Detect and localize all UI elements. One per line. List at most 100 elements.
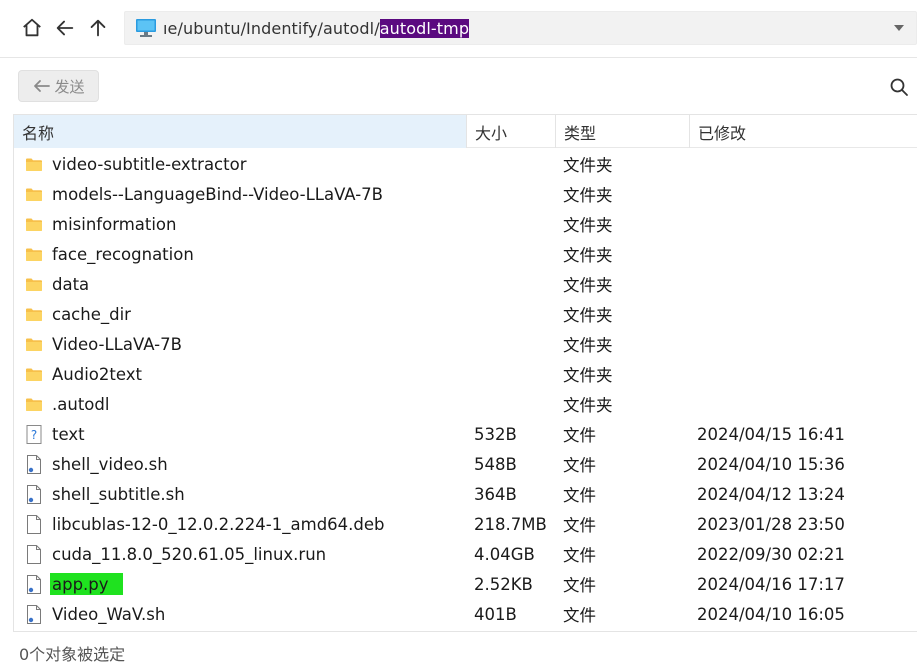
file-name[interactable]: cache_dir bbox=[52, 299, 131, 329]
file-type: 文件夹 bbox=[563, 306, 613, 325]
file-type: 文件夹 bbox=[563, 336, 613, 355]
file-type: 文件 bbox=[563, 426, 596, 445]
list-header: 名称 大小 类型 已修改 bbox=[14, 115, 917, 148]
file-name[interactable]: app.py bbox=[50, 569, 123, 599]
file-type: 文件夹 bbox=[563, 156, 613, 175]
file-type: 文件 bbox=[563, 486, 596, 505]
file-name[interactable]: shell_video.sh bbox=[52, 449, 168, 479]
file-list: 名称 大小 类型 已修改 video-subtitle-extractor 文件夹… bbox=[13, 114, 917, 632]
computer-icon bbox=[136, 19, 156, 37]
script-file-icon bbox=[23, 599, 45, 629]
file-size: 364B bbox=[474, 484, 517, 504]
svg-text:?: ? bbox=[31, 428, 37, 442]
file-name[interactable]: shell_subtitle.sh bbox=[52, 479, 185, 509]
table-row[interactable]: Audio2text 文件夹 bbox=[14, 359, 917, 389]
search-icon[interactable] bbox=[889, 77, 909, 97]
file-modified: 2022/09/30 02:21 bbox=[697, 544, 845, 564]
file-type: 文件 bbox=[563, 576, 596, 595]
table-row[interactable]: .autodl 文件夹 bbox=[14, 389, 917, 419]
file-name[interactable]: models--LanguageBind--Video-LLaVA-7B bbox=[52, 179, 383, 209]
file-name[interactable]: cuda_11.8.0_520.61.05_linux.run bbox=[52, 539, 326, 569]
file-modified: 2024/04/10 15:36 bbox=[697, 454, 845, 474]
script-file-icon bbox=[23, 449, 45, 479]
file-type: 文件 bbox=[563, 516, 596, 535]
table-row[interactable]: cache_dir 文件夹 bbox=[14, 299, 917, 329]
file-type: 文件 bbox=[563, 606, 596, 625]
file-size: 218.7MB bbox=[474, 514, 547, 534]
file-name[interactable]: Video-LLaVA-7B bbox=[52, 329, 182, 359]
table-row[interactable]: ? text 532B 文件 2024/04/15 16:41 bbox=[14, 419, 917, 449]
file-modified: 2024/04/16 17:17 bbox=[697, 574, 845, 594]
table-row[interactable]: app.py 2.52KB 文件 2024/04/16 17:17 bbox=[14, 569, 917, 599]
file-icon bbox=[23, 539, 45, 569]
folder-icon bbox=[23, 269, 45, 299]
arrow-left-icon bbox=[56, 20, 74, 36]
table-row[interactable]: misinformation 文件夹 bbox=[14, 209, 917, 239]
file-icon bbox=[23, 509, 45, 539]
file-size: 532B bbox=[474, 424, 517, 444]
folder-icon bbox=[23, 149, 45, 179]
table-row[interactable]: models--LanguageBind--Video-LLaVA-7B 文件夹 bbox=[14, 179, 917, 209]
arrow-left-icon bbox=[34, 80, 51, 92]
file-size: 2.52KB bbox=[474, 574, 533, 594]
file-name[interactable]: libcublas-12-0_12.0.2.224-1_amd64.deb bbox=[52, 509, 385, 539]
arrow-up-icon bbox=[90, 19, 106, 37]
table-row[interactable]: cuda_11.8.0_520.61.05_linux.run 4.04GB 文件 2… bbox=[14, 539, 917, 569]
folder-icon bbox=[23, 239, 45, 269]
table-row[interactable]: Video_WaV.sh 401B 文件 2024/04/10 16:05 bbox=[14, 599, 917, 629]
home-button[interactable] bbox=[18, 14, 46, 42]
folder-icon bbox=[23, 329, 45, 359]
column-header-size[interactable]: 大小 bbox=[467, 115, 556, 148]
file-name[interactable]: text bbox=[52, 419, 85, 449]
file-modified: 2024/04/12 13:24 bbox=[697, 484, 845, 504]
folder-icon bbox=[23, 359, 45, 389]
table-row[interactable]: Video-LLaVA-7B 文件夹 bbox=[14, 329, 917, 359]
send-button[interactable]: 发送 bbox=[18, 70, 99, 102]
address-bar[interactable]: ıe/ubuntu/Indentify/autodl/autodl-tmp bbox=[124, 11, 917, 45]
file-name[interactable]: .autodl bbox=[52, 389, 109, 419]
send-label: 发送 bbox=[54, 77, 85, 96]
script-file-icon bbox=[23, 569, 45, 599]
file-type: 文件夹 bbox=[563, 186, 613, 205]
file-name[interactable]: face_recognation bbox=[52, 239, 194, 269]
file-type: 文件 bbox=[563, 456, 596, 475]
file-type: 文件夹 bbox=[563, 246, 613, 265]
table-row[interactable]: video-subtitle-extractor 文件夹 bbox=[14, 149, 917, 179]
file-size: 4.04GB bbox=[474, 544, 535, 564]
table-row[interactable]: face_recognation 文件夹 bbox=[14, 239, 917, 269]
address-path: ıe/ubuntu/Indentify/autodl/autodl-tmp bbox=[163, 18, 470, 38]
chevron-down-icon[interactable] bbox=[894, 25, 904, 31]
file-modified: 2024/04/10 16:05 bbox=[697, 604, 845, 624]
file-type: 文件夹 bbox=[563, 366, 613, 385]
column-header-modified[interactable]: 已修改 bbox=[690, 115, 917, 148]
status-bar-text: 0个对象被选定 bbox=[19, 645, 126, 662]
table-row[interactable]: data 文件夹 bbox=[14, 269, 917, 299]
file-type: 文件夹 bbox=[563, 276, 613, 295]
column-header-name[interactable]: 名称 bbox=[14, 115, 467, 148]
file-name-highlight: app.py bbox=[50, 573, 123, 595]
back-button[interactable] bbox=[51, 14, 79, 42]
folder-icon bbox=[23, 179, 45, 209]
table-row[interactable]: shell_subtitle.sh 364B 文件 2024/04/12 13:24 bbox=[14, 479, 917, 509]
file-name[interactable]: Audio2text bbox=[52, 359, 142, 389]
column-header-type[interactable]: 类型 bbox=[556, 115, 690, 148]
file-name[interactable]: Video_WaV.sh bbox=[52, 599, 165, 629]
unknown-file-icon: ? bbox=[23, 419, 45, 449]
file-modified: 2023/01/28 23:50 bbox=[697, 514, 845, 534]
file-type: 文件 bbox=[563, 546, 596, 565]
navigation-bar: ıe/ubuntu/Indentify/autodl/autodl-tmp bbox=[0, 0, 917, 58]
home-icon bbox=[23, 18, 41, 37]
address-path-selected[interactable]: autodl-tmp bbox=[379, 18, 470, 38]
file-name[interactable]: data bbox=[52, 269, 89, 299]
folder-icon bbox=[23, 389, 45, 419]
file-size: 548B bbox=[474, 454, 517, 474]
file-type: 文件夹 bbox=[563, 216, 613, 235]
table-row[interactable]: libcublas-12-0_12.0.2.224-1_amd64.deb 218… bbox=[14, 509, 917, 539]
file-name[interactable]: video-subtitle-extractor bbox=[52, 149, 246, 179]
table-row[interactable]: shell_video.sh 548B 文件 2024/04/10 15:36 bbox=[14, 449, 917, 479]
file-name[interactable]: misinformation bbox=[52, 209, 176, 239]
file-size: 401B bbox=[474, 604, 517, 624]
up-button[interactable] bbox=[84, 14, 112, 42]
address-path-prefix: ıe/ubuntu/Indentify/autodl/ bbox=[163, 18, 380, 38]
folder-icon bbox=[23, 209, 45, 239]
